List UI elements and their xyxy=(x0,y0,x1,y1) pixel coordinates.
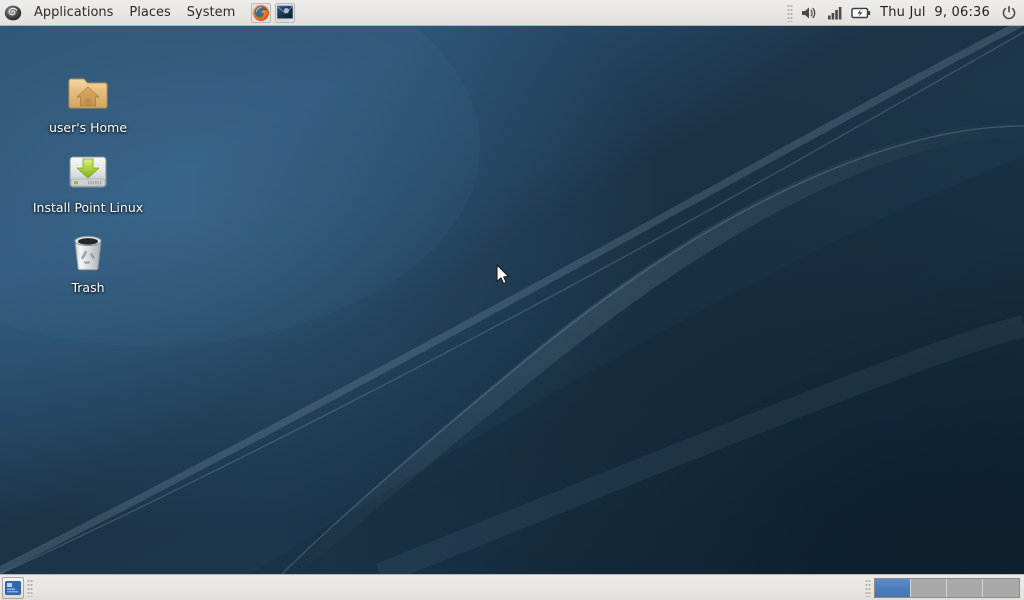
desktop-icon-label: Install Point Linux xyxy=(32,200,144,215)
workspace-4[interactable] xyxy=(983,578,1019,597)
installer-disk-icon xyxy=(64,148,112,196)
launcher-firefox[interactable] xyxy=(249,1,273,25)
network-signal-bars-icon[interactable] xyxy=(822,0,848,26)
top-panel: Applications Places System Thu Jul 9, 06… xyxy=(0,0,1024,26)
power-shutdown-icon[interactable] xyxy=(996,0,1022,26)
trash-can-icon xyxy=(64,228,112,276)
desktop-icon-trash[interactable]: Trash xyxy=(30,228,146,295)
bottom-panel xyxy=(0,574,1024,600)
volume-speaker-icon[interactable] xyxy=(796,0,822,26)
clock[interactable]: Thu Jul 9, 06:36 xyxy=(874,5,996,20)
workspace-2[interactable] xyxy=(911,578,947,597)
show-desktop-icon xyxy=(5,580,21,595)
desktop-icon-label: Trash xyxy=(71,280,105,295)
desktop-icon-home[interactable]: user's Home xyxy=(30,68,146,135)
desktop-icon-label: user's Home xyxy=(48,120,128,135)
menu-system[interactable]: System xyxy=(179,2,243,24)
panel-grip xyxy=(27,578,33,597)
workspace-1[interactable] xyxy=(875,578,911,597)
panel-grip xyxy=(787,3,794,22)
desktop-screen: user's Home Install Point Linux Trash Ap… xyxy=(0,0,1024,600)
home-folder-icon xyxy=(64,68,112,116)
workspace-switcher[interactable] xyxy=(874,577,1020,598)
system-tray: Thu Jul 9, 06:36 xyxy=(784,0,1024,26)
wallpaper-curves xyxy=(0,26,1024,574)
point-linux-swirl-icon[interactable] xyxy=(0,0,26,26)
show-desktop-button[interactable] xyxy=(2,576,24,599)
launcher-mail[interactable] xyxy=(273,1,297,25)
desktop-icon-install[interactable]: Install Point Linux xyxy=(30,148,146,215)
menu-places[interactable]: Places xyxy=(121,2,178,24)
battery-charging-icon[interactable] xyxy=(848,0,874,26)
menu-applications[interactable]: Applications xyxy=(26,2,121,24)
window-task-list[interactable] xyxy=(36,576,862,600)
workspace-3[interactable] xyxy=(947,578,983,597)
panel-grip xyxy=(865,578,871,597)
desktop-background[interactable]: user's Home Install Point Linux Trash xyxy=(0,26,1024,574)
